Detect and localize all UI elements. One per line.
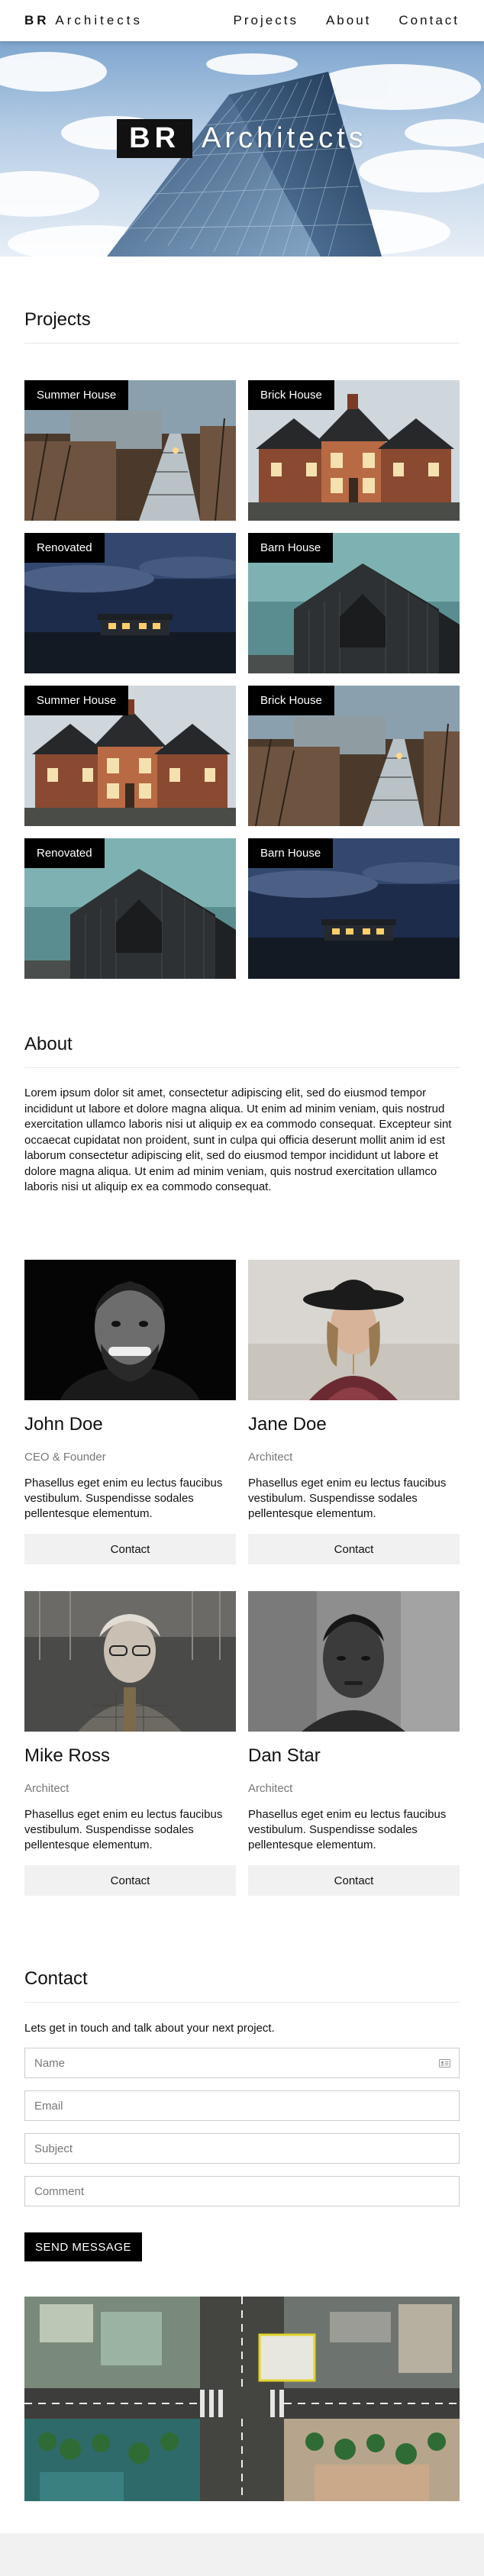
member-bio: Phasellus eget enim eu lectus faucibus v… (24, 1477, 223, 1520)
member-name: Dan Star (248, 1745, 321, 1766)
project-label: Summer House (24, 380, 129, 410)
top-navbar: BR Architects Projects About Contact (0, 0, 484, 41)
member-name: John Doe (24, 1414, 103, 1435)
footer (0, 2533, 484, 2576)
member-photo (248, 1260, 460, 1400)
project-label: Barn House (248, 838, 334, 868)
project-tile[interactable]: Summer House (24, 686, 236, 826)
brand-logo[interactable]: BR Architects (24, 13, 143, 28)
project-label: Renovated (24, 533, 105, 563)
member-name: Jane Doe (248, 1414, 327, 1435)
team-row-2: Mike Ross Architect Phasellus eget enim … (24, 1591, 460, 1896)
email-input[interactable] (24, 2090, 460, 2121)
project-label: Barn House (248, 533, 334, 563)
team-card: Mike Ross Architect Phasellus eget enim … (24, 1591, 236, 1896)
about-title: About (24, 1034, 460, 1068)
project-label: Summer House (24, 686, 129, 715)
team-card: Dan Star Architect Phasellus eget enim e… (248, 1591, 460, 1896)
member-photo (24, 1591, 236, 1732)
about-section-header: About (24, 1034, 460, 1068)
subject-input[interactable] (24, 2133, 460, 2164)
member-bio: Phasellus eget enim eu lectus faucibus v… (248, 1477, 447, 1520)
contact-title: Contact (24, 1968, 460, 2003)
project-tile[interactable]: Barn House (248, 533, 460, 673)
hero-badge: BR (117, 119, 193, 158)
aerial-city-image (24, 2297, 460, 2501)
hero-word: Architects (202, 122, 367, 154)
nav-link-contact[interactable]: Contact (398, 13, 460, 28)
projects-title: Projects (24, 309, 460, 344)
about-paragraph: Lorem ipsum dolor sit amet, consectetur … (24, 1086, 452, 1193)
contact-button[interactable]: Contact (24, 1865, 236, 1896)
project-label: Renovated (24, 838, 105, 868)
nav-links: Projects About Contact (234, 13, 460, 28)
member-role: Architect (248, 1451, 293, 1464)
project-tile[interactable]: Renovated (24, 533, 236, 673)
member-name: Mike Ross (24, 1745, 111, 1766)
project-tile[interactable]: Brick House (248, 380, 460, 521)
contact-section-header: Contact (24, 1968, 460, 2003)
name-input[interactable] (24, 2048, 460, 2078)
brand-bold: BR (24, 13, 50, 27)
member-role: Architect (248, 1782, 293, 1795)
project-tile[interactable]: Barn House (248, 838, 460, 979)
projects-section-header: Projects (24, 309, 460, 344)
contact-intro: Lets get in touch and talk about your ne… (24, 2022, 275, 2035)
nav-link-about[interactable]: About (326, 13, 371, 28)
send-message-button[interactable]: SEND MESSAGE (24, 2232, 142, 2261)
project-label: Brick House (248, 380, 334, 410)
nav-link-projects[interactable]: Projects (234, 13, 298, 28)
member-photo (248, 1591, 460, 1732)
project-tile[interactable]: Brick House (248, 686, 460, 826)
project-tile[interactable]: Renovated (24, 838, 236, 979)
contact-button[interactable]: Contact (24, 1534, 236, 1564)
member-photo (24, 1260, 236, 1400)
hero-banner: BR Architects (0, 41, 484, 257)
team-row-1: John Doe CEO & Founder Phasellus eget en… (24, 1260, 460, 1564)
project-label: Brick House (248, 686, 334, 715)
member-bio: Phasellus eget enim eu lectus faucibus v… (248, 1808, 447, 1851)
project-tile[interactable]: Summer House (24, 380, 236, 521)
member-role: Architect (24, 1782, 69, 1795)
brand-name: Architects (55, 13, 143, 27)
contact-button[interactable]: Contact (248, 1534, 460, 1564)
contact-button[interactable]: Contact (248, 1865, 460, 1896)
team-card: Jane Doe Architect Phasellus eget enim e… (248, 1260, 460, 1564)
contact-card-icon[interactable] (439, 2059, 450, 2068)
projects-grid: Summer House Brick House Renovated Barn … (24, 380, 460, 979)
hero-title: BR Architects (0, 119, 484, 158)
member-role: CEO & Founder (24, 1451, 106, 1464)
member-bio: Phasellus eget enim eu lectus faucibus v… (24, 1808, 223, 1851)
comment-input[interactable] (24, 2176, 460, 2206)
team-card: John Doe CEO & Founder Phasellus eget en… (24, 1260, 236, 1564)
